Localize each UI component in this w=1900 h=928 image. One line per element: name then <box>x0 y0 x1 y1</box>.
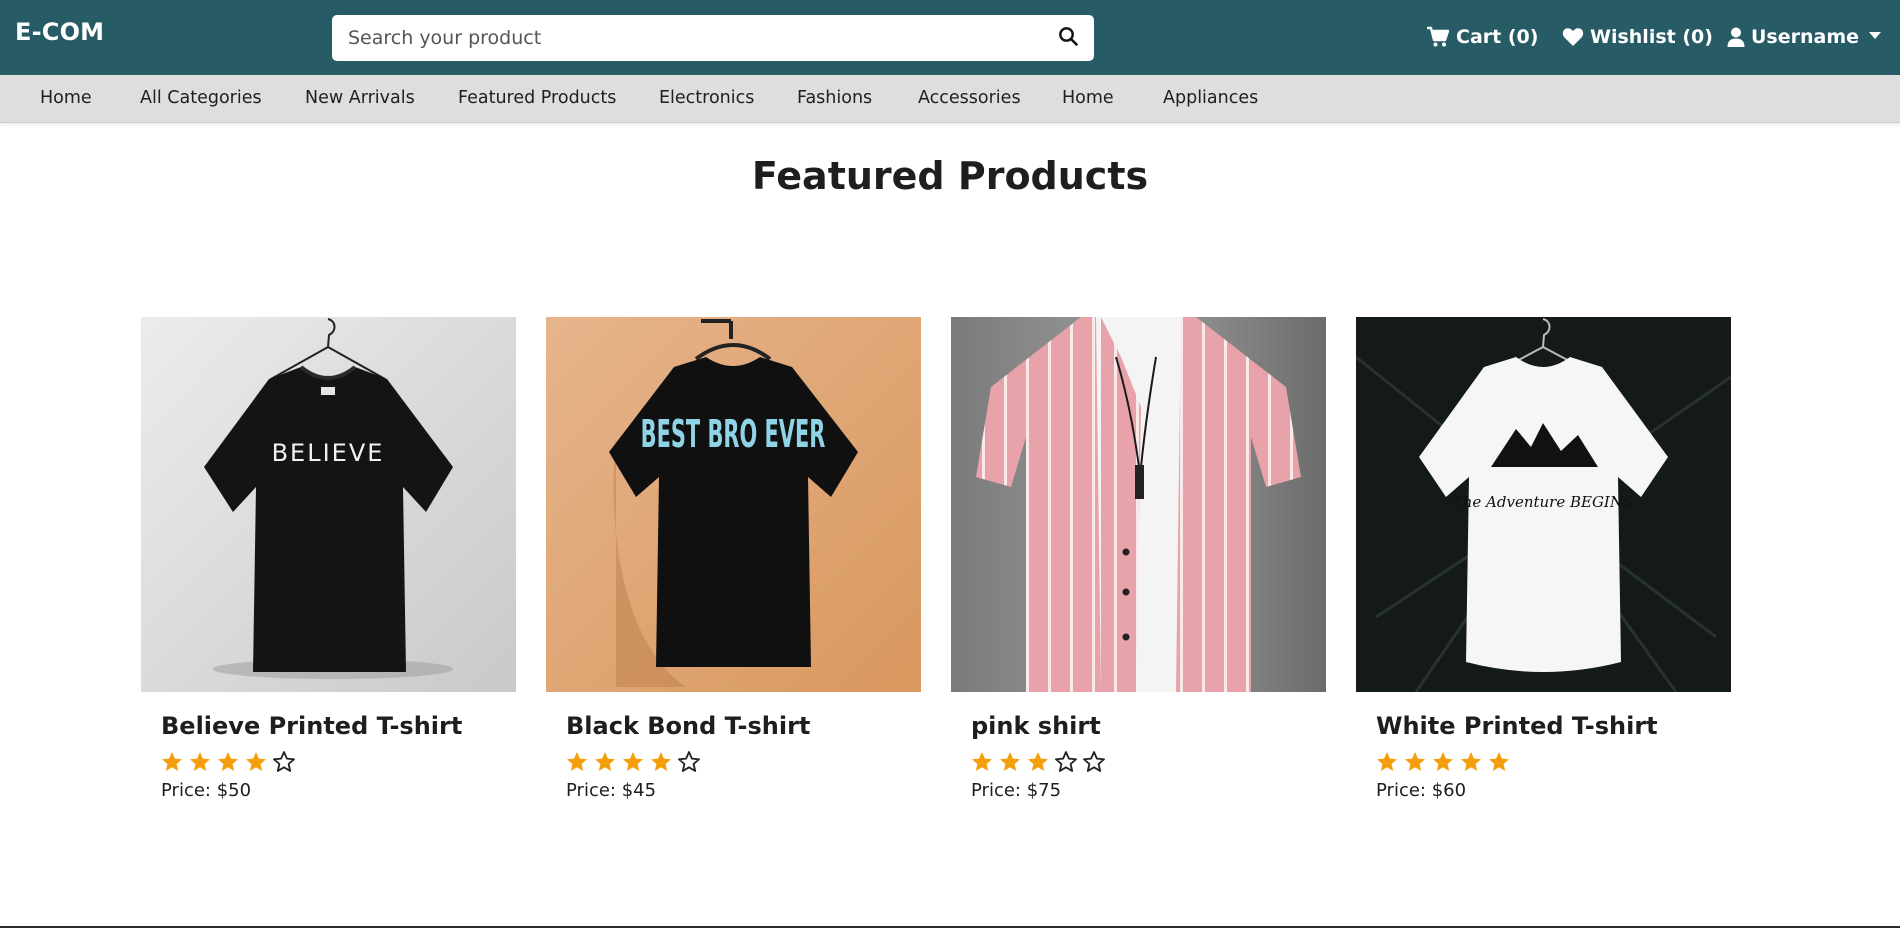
page-title: Featured Products <box>751 154 1149 198</box>
nav-item-new-arrivals[interactable]: New Arrivals <box>305 88 415 108</box>
star-filled-icon <box>651 752 671 771</box>
star-filled-icon <box>567 752 587 771</box>
star-filled-icon <box>246 752 266 771</box>
rating-stars <box>1356 750 1731 774</box>
product-title[interactable]: pink shirt <box>951 712 1326 740</box>
top-navbar: E-COM Cart (0) <box>0 0 1900 75</box>
cart-link[interactable]: Cart (0) <box>1426 26 1538 48</box>
search-button[interactable] <box>1042 15 1094 61</box>
star-filled-icon <box>1433 752 1453 771</box>
cart-label: Cart (0) <box>1456 26 1539 48</box>
star-filled-icon <box>162 752 182 771</box>
shirt-print-text: The Adventure BEGINS <box>1453 493 1634 511</box>
search-icon <box>1058 26 1078 51</box>
star-filled-icon <box>972 752 992 771</box>
star-empty-icon <box>1083 751 1105 772</box>
nav-item-fashions[interactable]: Fashions <box>797 88 872 108</box>
heart-icon <box>1562 27 1584 47</box>
product-title[interactable]: Black Bond T-shirt <box>546 712 921 740</box>
star-empty-icon <box>1055 751 1077 772</box>
product-price: Price: $60 <box>1376 780 1467 801</box>
rating-stars <box>546 750 921 774</box>
product-image[interactable]: The Adventure BEGINS <box>1356 317 1731 692</box>
nav-item-electronics[interactable]: Electronics <box>659 88 754 108</box>
product-card[interactable]: The Adventure BEGINS White Printed T-shi… <box>1356 317 1731 801</box>
star-filled-icon <box>1000 752 1020 771</box>
user-icon <box>1727 27 1745 47</box>
nav-item-appliances[interactable]: Appliances <box>1163 88 1258 108</box>
nav-item-featured-products[interactable]: Featured Products <box>458 88 616 108</box>
nav-item-all-categories[interactable]: All Categories <box>140 88 262 108</box>
product-image[interactable]: BELIEVE <box>141 317 516 692</box>
product-image[interactable] <box>951 317 1326 692</box>
user-menu[interactable]: Username <box>1727 26 1882 48</box>
shirt-print-text: BEST BRO EVER <box>641 414 826 457</box>
star-filled-icon <box>623 752 643 771</box>
search-bar <box>332 15 1094 61</box>
star-empty-icon <box>678 751 700 772</box>
product-card[interactable]: BEST BRO EVER Black Bond T-shirt Price: … <box>546 317 921 801</box>
star-filled-icon <box>1461 752 1481 771</box>
star-filled-icon <box>595 752 615 771</box>
brand-logo[interactable]: E-COM <box>15 18 104 46</box>
rating-stars <box>951 750 1326 774</box>
rating-stars <box>141 750 516 774</box>
product-price: Price: $45 <box>566 780 657 801</box>
star-filled-icon <box>1489 752 1509 771</box>
wishlist-link[interactable]: Wishlist (0) <box>1562 26 1713 48</box>
star-filled-icon <box>218 752 238 771</box>
product-image[interactable]: BEST BRO EVER <box>546 317 921 692</box>
star-filled-icon <box>190 752 210 771</box>
product-price: Price: $75 <box>971 780 1062 801</box>
product-price: Price: $50 <box>161 780 252 801</box>
product-card[interactable]: BELIEVE Believe Printed T-shirt Price: $… <box>141 317 516 801</box>
cart-icon <box>1426 26 1450 48</box>
wishlist-label: Wishlist (0) <box>1590 26 1713 48</box>
product-title[interactable]: Believe Printed T-shirt <box>141 712 516 740</box>
nav-item-home[interactable]: Home <box>40 88 92 108</box>
category-nav: Home All Categories New Arrivals Feature… <box>0 75 1900 123</box>
star-filled-icon <box>1405 752 1425 771</box>
star-filled-icon <box>1028 752 1048 771</box>
username-label: Username <box>1751 26 1860 48</box>
chevron-down-icon <box>1869 31 1882 39</box>
product-card[interactable]: pink shirt Price: $75 <box>951 317 1326 801</box>
shirt-print-text: BELIEVE <box>272 439 385 467</box>
nav-item-accessories[interactable]: Accessories <box>918 88 1021 108</box>
product-title[interactable]: White Printed T-shirt <box>1356 712 1731 740</box>
star-filled-icon <box>1377 752 1397 771</box>
search-input[interactable] <box>332 15 1042 61</box>
star-empty-icon <box>273 751 295 772</box>
nav-item-home-2[interactable]: Home <box>1062 88 1114 108</box>
